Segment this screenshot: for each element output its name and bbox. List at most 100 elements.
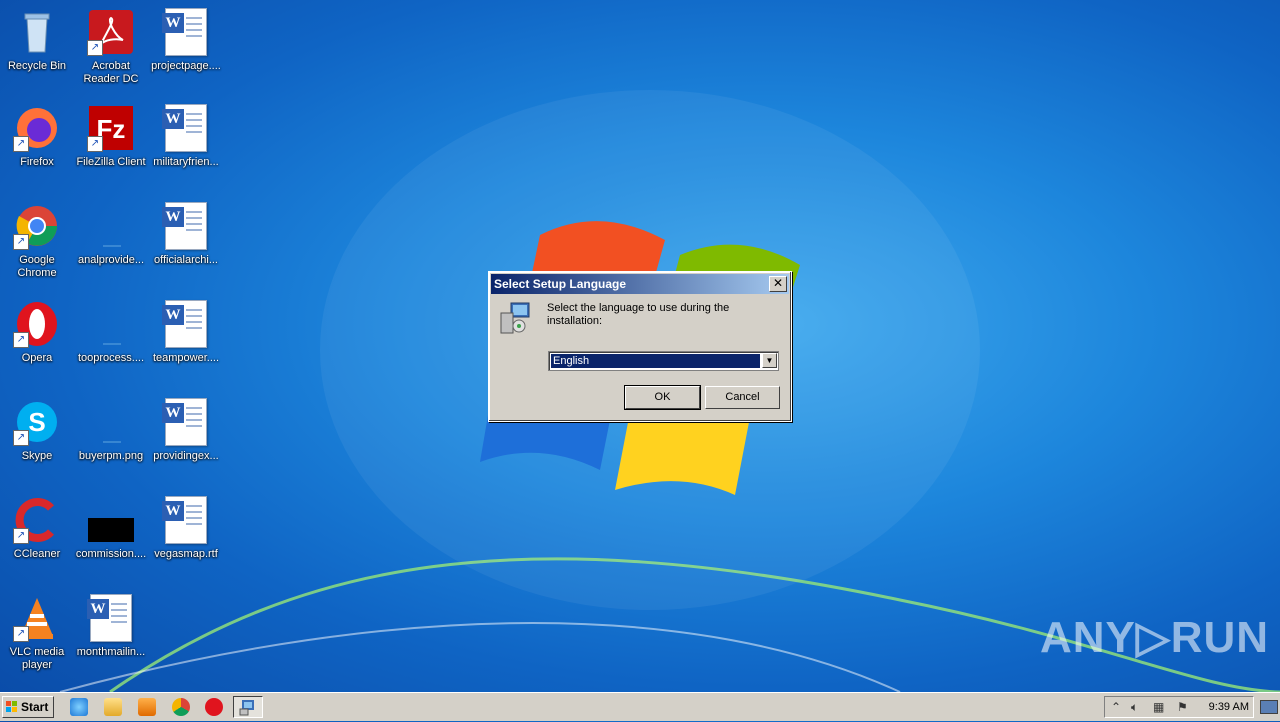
desktop-icon-vegasmap[interactable]: W vegasmap.rtf xyxy=(149,496,223,561)
desktop-icon-analprovide[interactable]: analprovide... xyxy=(74,202,148,267)
desktop-icon-label: buyerpm.png xyxy=(78,450,144,462)
desktop-icon-label: commission.... xyxy=(75,548,147,560)
start-button[interactable]: Start xyxy=(2,696,54,718)
desktop-icon-label: providingex... xyxy=(153,450,219,462)
dialog-titlebar[interactable]: Select Setup Language ✕ xyxy=(491,274,789,294)
opera-taskbar-icon[interactable] xyxy=(205,698,223,716)
recycle-bin-icon xyxy=(13,8,61,56)
image-file-icon xyxy=(87,202,135,250)
desktop-icon-vlc[interactable]: ↗ VLC media player xyxy=(0,594,74,672)
desktop-icon-officialarchi[interactable]: W officialarchi... xyxy=(149,202,223,267)
shortcut-arrow-icon: ↗ xyxy=(87,40,103,56)
internet-explorer-icon[interactable] xyxy=(70,698,88,716)
desktop-icon-recycle-bin[interactable]: Recycle Bin xyxy=(0,8,74,73)
system-tray: ⌃ 🔈︎ ▦ ⚑ 9:39 AM xyxy=(1104,696,1254,718)
ok-button[interactable]: OK xyxy=(624,385,701,410)
desktop-icon-militaryfrien[interactable]: W militaryfrien... xyxy=(149,104,223,169)
desktop-icon-teampower[interactable]: W teampower.... xyxy=(149,300,223,365)
desktop-icon-label: monthmailin... xyxy=(76,646,146,658)
start-label: Start xyxy=(21,700,49,714)
desktop-icon-tooprocess[interactable]: tooprocess.... xyxy=(74,300,148,365)
desktop-icon-projectpage[interactable]: W projectpage.... xyxy=(149,8,223,73)
volume-icon[interactable]: 🔈︎ xyxy=(1131,700,1138,714)
action-center-flag-icon[interactable]: ⚑ xyxy=(1177,700,1188,714)
dialog-message: Select the language to use during the in… xyxy=(547,302,730,327)
desktop-icon-label: officialarchi... xyxy=(154,254,218,266)
desktop-icon-label: Opera xyxy=(21,352,53,364)
chrome-taskbar-icon[interactable] xyxy=(172,698,190,716)
desktop-icon-label: Acrobat Reader DC xyxy=(83,60,139,85)
chrome-icon: ↗ xyxy=(13,202,61,250)
dialog-title: Select Setup Language xyxy=(494,277,627,291)
desktop-icon-opera[interactable]: ↗ Opera xyxy=(0,300,74,365)
media-player-icon[interactable] xyxy=(138,698,156,716)
desktop-icon-label: militaryfrien... xyxy=(153,156,219,168)
dropdown-arrow-icon[interactable]: ▼ xyxy=(762,353,777,368)
desktop-icon-label: CCleaner xyxy=(13,548,61,560)
windows-flag-icon xyxy=(6,701,17,712)
opera-icon: ↗ xyxy=(13,300,61,348)
desktop-icon-label: projectpage.... xyxy=(151,60,221,72)
show-desktop-button[interactable] xyxy=(1260,700,1278,714)
shortcut-arrow-icon: ↗ xyxy=(87,136,103,152)
black-image-icon xyxy=(87,496,135,544)
shortcut-arrow-icon: ↗ xyxy=(13,528,29,544)
desktop-icon-label: Firefox xyxy=(20,156,54,168)
desktop-icon-label: tooprocess.... xyxy=(77,352,145,364)
desktop-icon-label: teampower.... xyxy=(152,352,220,364)
desktop: Recycle Bin ↗ Firefox ↗ Google Chrome ↗ … xyxy=(0,0,1280,692)
ccleaner-icon: ↗ xyxy=(13,496,61,544)
network-icon[interactable]: ▦ xyxy=(1153,700,1164,714)
show-hidden-icons-icon[interactable]: ⌃ xyxy=(1111,700,1121,714)
word-doc-icon: W xyxy=(87,594,135,642)
desktop-icon-firefox[interactable]: ↗ Firefox xyxy=(0,104,74,169)
filezilla-icon: Fz ↗ xyxy=(87,104,135,152)
desktop-icon-monthmailin[interactable]: W monthmailin... xyxy=(74,594,148,659)
language-select-value: English xyxy=(551,354,760,368)
setup-task-button[interactable] xyxy=(233,696,263,718)
image-file-icon xyxy=(87,300,135,348)
desktop-icon-chrome[interactable]: ↗ Google Chrome xyxy=(0,202,74,280)
shortcut-arrow-icon: ↗ xyxy=(13,136,29,152)
image-file-icon xyxy=(87,398,135,446)
setup-task-icon xyxy=(239,700,254,716)
firefox-icon: ↗ xyxy=(13,104,61,152)
cancel-button[interactable]: Cancel xyxy=(705,386,780,409)
shortcut-arrow-icon: ↗ xyxy=(13,626,29,642)
desktop-icon-label: FileZilla Client xyxy=(76,156,146,168)
anyrun-watermark: ANY▷RUN xyxy=(1040,613,1270,662)
skype-icon: S ↗ xyxy=(13,398,61,446)
desktop-icon-label: vegasmap.rtf xyxy=(154,548,218,560)
select-setup-language-dialog: Select Setup Language ✕ Select the langu… xyxy=(488,271,792,422)
word-doc-icon: W xyxy=(162,8,210,56)
word-doc-icon: W xyxy=(162,496,210,544)
svg-text:S: S xyxy=(28,407,45,437)
desktop-icon-skype[interactable]: S ↗ Skype xyxy=(0,398,74,463)
shortcut-arrow-icon: ↗ xyxy=(13,430,29,446)
word-doc-icon: W xyxy=(162,202,210,250)
desktop-icon-buyerpm[interactable]: buyerpm.png xyxy=(74,398,148,463)
desktop-icon-commission[interactable]: commission.... xyxy=(74,496,148,561)
shortcut-arrow-icon: ↗ xyxy=(13,332,29,348)
taskbar: Start ⌃ 🔈︎ ▦ ⚑ 9:39 AM xyxy=(0,692,1280,721)
desktop-icon-filezilla[interactable]: Fz ↗ FileZilla Client xyxy=(74,104,148,169)
acrobat-icon: ↗ xyxy=(87,8,135,56)
word-doc-icon: W xyxy=(162,300,210,348)
clock[interactable]: 9:39 AM xyxy=(1209,697,1249,717)
desktop-icon-providingex[interactable]: W providingex... xyxy=(149,398,223,463)
close-button[interactable]: ✕ xyxy=(769,276,787,292)
desktop-icon-label: analprovide... xyxy=(77,254,145,266)
desktop-icon-label: VLC media player xyxy=(9,646,65,671)
desktop-icon-ccleaner[interactable]: ↗ CCleaner xyxy=(0,496,74,561)
shortcut-arrow-icon: ↗ xyxy=(13,234,29,250)
desktop-icon-label: Recycle Bin xyxy=(7,60,67,72)
language-select[interactable]: English ▼ xyxy=(548,351,779,371)
vlc-icon: ↗ xyxy=(13,594,61,642)
desktop-icon-label: Google Chrome xyxy=(17,254,57,279)
desktop-icon-label: Skype xyxy=(21,450,53,462)
desktop-icon-acrobat[interactable]: ↗ Acrobat Reader DC xyxy=(74,8,148,86)
setup-computer-icon xyxy=(499,301,531,335)
explorer-folder-icon[interactable] xyxy=(104,698,122,716)
word-doc-icon: W xyxy=(162,398,210,446)
word-doc-icon: W xyxy=(162,104,210,152)
